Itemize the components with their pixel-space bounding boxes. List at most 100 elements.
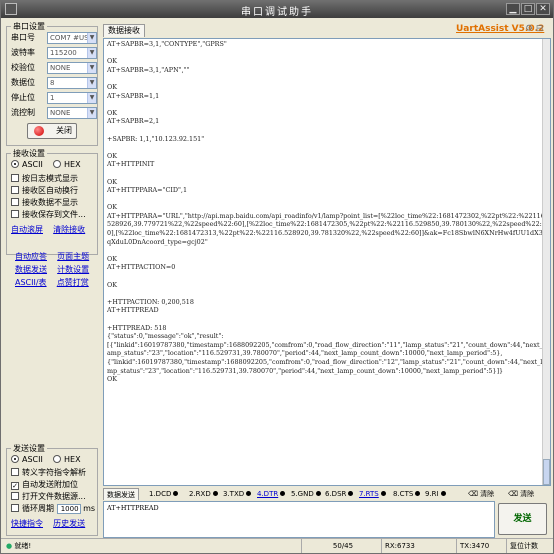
loop-period-unit: ms: [83, 504, 96, 513]
scroll-thumb[interactable]: [543, 459, 550, 485]
port-status-led-icon: [34, 126, 44, 136]
radio-on-icon: [11, 160, 19, 168]
checkbox-icon: [11, 504, 19, 512]
checkbox-icon: [11, 492, 19, 500]
led-icon: [440, 491, 446, 496]
send-button[interactable]: 发送: [498, 503, 547, 535]
signal-cts: 8.CTS: [393, 488, 421, 500]
recv-hide-checkbox[interactable]: 接收数据不显示: [11, 197, 78, 209]
batch-send-row: 数据发送 计数设置: [15, 264, 89, 276]
open-close-port-button[interactable]: 关闭: [27, 123, 77, 139]
signal-rxd: 2.RXD: [189, 488, 218, 500]
info-icon: ●: [6, 542, 13, 550]
log-line: +HTTPACTION: 0,200,518: [107, 297, 194, 306]
recv-hex-radio[interactable]: HEX: [53, 160, 81, 169]
port-select[interactable]: COM7 #USI ▼: [47, 32, 97, 44]
receive-scrollbar[interactable]: [542, 39, 550, 485]
clear-all-button[interactable]: ⌫ 清除: [508, 488, 534, 500]
port-label: 串口号: [11, 33, 35, 42]
send-ascii-radio[interactable]: ASCII: [11, 455, 43, 464]
radio-off-icon: [53, 160, 62, 168]
chevron-down-icon: ▼: [87, 78, 96, 88]
status-counter: 50/45: [301, 539, 381, 553]
send-file-checkbox[interactable]: 打开文件数据源...: [11, 491, 86, 503]
baud-select[interactable]: 115200 ▼: [47, 47, 97, 59]
shortcut-link[interactable]: 快捷指令: [11, 519, 43, 528]
close-button[interactable]: ✕: [536, 3, 550, 15]
signal-dtr[interactable]: 4.DTR: [257, 488, 286, 500]
broom-icon: ⌫: [468, 490, 478, 498]
app-window: 串口调试助手 ▁ □ ✕ 串口设置 串口号 COM7 #USI ▼ 波特率 115…: [0, 0, 554, 554]
stopbits-label: 停止位: [11, 93, 35, 102]
flowcontrol-select[interactable]: NONE ▼: [47, 107, 97, 119]
reset-count-button[interactable]: 复位计数: [506, 539, 551, 553]
signal-gnd: 5.GND: [291, 488, 321, 500]
settings-icon[interactable]: ⚙ ⊟: [525, 24, 543, 34]
send-hex-radio[interactable]: HEX: [53, 455, 81, 464]
recv-log-mode-checkbox[interactable]: 按日志模式显示: [11, 173, 78, 185]
auto-reply-row: 自动应答 页面主题: [15, 251, 89, 263]
page-theme-link[interactable]: 页面主题: [57, 252, 89, 261]
log-line: AT+SAPBR=3,1,"CONTYPE","GPRS": [107, 40, 227, 48]
checkbox-icon: [11, 174, 19, 182]
signal-rts[interactable]: 7.RTS: [359, 488, 386, 500]
checkbox-icon: [11, 468, 19, 476]
log-line: AT+HTTPINIT: [107, 160, 155, 169]
log-line: OK: [107, 203, 118, 212]
send-toolbar: 数据发送 1.DCD 2.RXD 3.TXD 4.DTR 5.GND 6.DSR…: [103, 488, 551, 501]
stopbits-select[interactable]: 1 ▼: [47, 92, 97, 104]
ascii-table-row: ASCII/表 点赞打赏: [15, 277, 89, 289]
log-line: {"linkid":16019787380,"timestamp":168809…: [107, 357, 547, 375]
serial-settings-group: 串口设置 串口号 COM7 #USI ▼ 波特率 115200 ▼ 校验位 NONE…: [6, 21, 98, 146]
like-tip-link[interactable]: 点赞打赏: [57, 278, 89, 287]
minimize-button[interactable]: ▁: [506, 3, 520, 15]
flowcontrol-label: 流控制: [11, 108, 35, 117]
chevron-down-icon: ▼: [87, 33, 96, 43]
log-line: OK: [107, 254, 118, 263]
send-append-checkbox[interactable]: ✓ 自动发送附加位: [11, 479, 78, 491]
auto-reply-link[interactable]: 自动应答: [15, 252, 47, 261]
send-escape-checkbox[interactable]: 转义字符指令解析: [11, 467, 86, 479]
signal-ri: 9.RI: [425, 488, 446, 500]
log-line: AT+SAPBR=2,1: [107, 117, 160, 126]
parity-select[interactable]: NONE ▼: [47, 62, 97, 74]
send-input[interactable]: AT+HTTPREAD: [103, 501, 495, 538]
clear-receive-link[interactable]: 清除接收: [53, 225, 85, 234]
log-line: AT+HTTPREAD: [107, 306, 159, 315]
recv-ascii-radio[interactable]: ASCII: [11, 160, 43, 169]
maximize-button[interactable]: □: [521, 3, 535, 15]
tab-send[interactable]: 数据发送: [103, 488, 139, 500]
led-icon: [348, 491, 354, 496]
databits-select[interactable]: 8 ▼: [47, 77, 97, 89]
serial-settings-title: 串口设置: [11, 21, 47, 32]
send-settings-title: 发送设置: [11, 443, 47, 454]
log-line: OK: [107, 375, 118, 384]
recv-autowrap-checkbox[interactable]: 接收区自动换行: [11, 185, 78, 197]
chevron-down-icon: ▼: [87, 63, 96, 73]
led-icon: [173, 491, 179, 496]
tab-receive[interactable]: 数据接收: [103, 24, 145, 37]
log-line: +SAPBR: 1,1,"10.123.92.151": [107, 134, 205, 143]
receive-log: AT+SAPBR=3,1,"CONTYPE","GPRS" OK AT+SAPBR…: [104, 39, 550, 385]
log-line: OK: [107, 57, 118, 66]
checkbox-checked-icon: ✓: [11, 482, 19, 490]
led-icon: [212, 491, 218, 496]
autoscroll-link[interactable]: 自动滚屏: [11, 225, 43, 234]
ascii-table-link[interactable]: ASCII/表: [15, 278, 47, 287]
recv-save-file-checkbox[interactable]: 接收保存到文件...: [11, 209, 86, 221]
batch-send-link[interactable]: 数据发送: [15, 265, 47, 274]
count-settings-link[interactable]: 计数设置: [57, 265, 89, 274]
baud-label: 波特率: [11, 48, 35, 57]
history-link[interactable]: 历史发送: [53, 519, 85, 528]
receive-textarea[interactable]: AT+SAPBR=3,1,"CONTYPE","GPRS" OK AT+SAPBR…: [103, 38, 551, 486]
loop-period-input[interactable]: 1000: [56, 504, 81, 514]
title-bar[interactable]: 串口调试助手 ▁ □ ✕: [1, 1, 553, 18]
signal-txd: 3.TXD: [223, 488, 252, 500]
send-loop-checkbox[interactable]: 循环周期: [11, 504, 54, 513]
clear-send-button[interactable]: ⌫ 清除: [468, 488, 494, 500]
databits-label: 数据位: [11, 78, 35, 87]
